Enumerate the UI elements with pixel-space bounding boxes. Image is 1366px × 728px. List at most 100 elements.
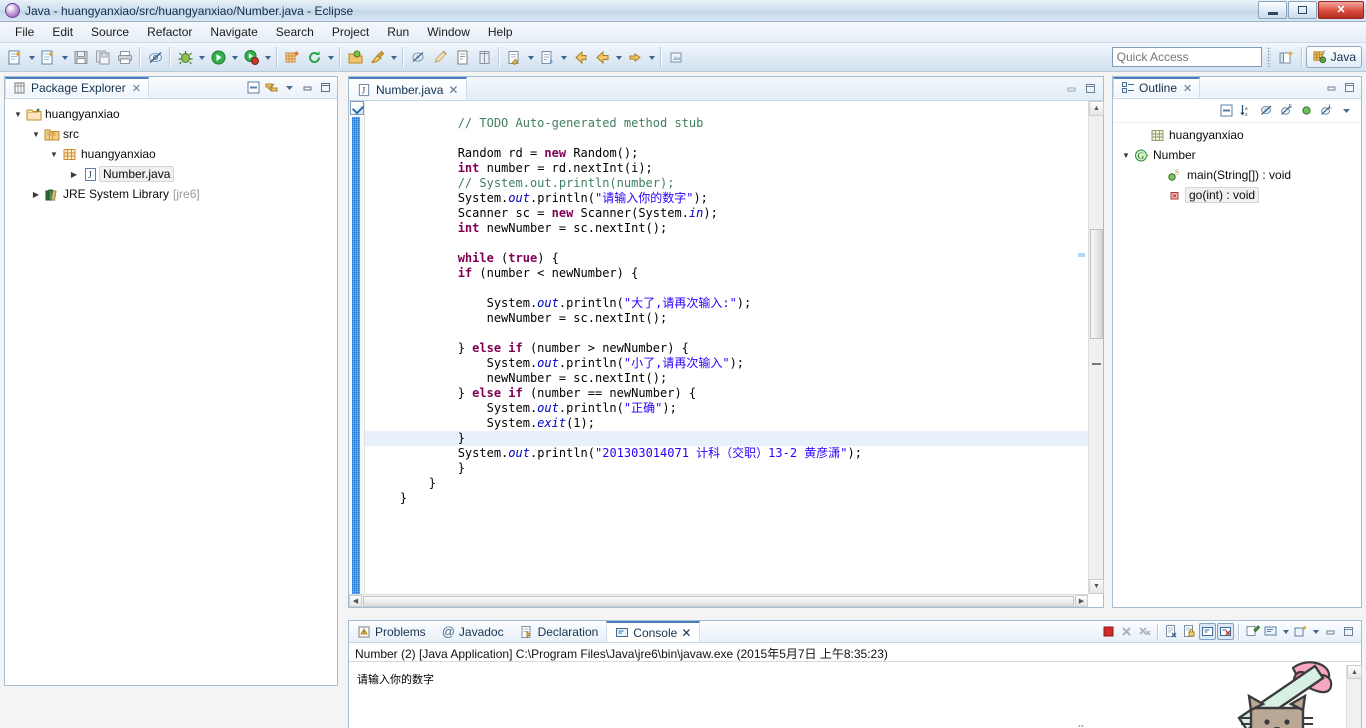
next-annotation-icon[interactable] [536, 46, 558, 68]
tab-javadoc[interactable]: @ Javadoc [434, 621, 512, 642]
close-icon[interactable]: ✕ [681, 626, 691, 640]
scroll-left-button[interactable]: ◀ [349, 595, 362, 607]
perspective-java-button[interactable]: J Java [1305, 46, 1362, 68]
search-icon[interactable] [366, 46, 388, 68]
next-annotation-dropdown-arrow[interactable] [558, 46, 569, 68]
editor-vertical-scrollbar[interactable]: ▲ ▼ [1088, 101, 1104, 594]
tree-item-number-java[interactable]: ▶ J Number.java [5, 164, 337, 184]
expand-arrow-icon[interactable]: ▼ [29, 130, 43, 139]
tab-declaration[interactable]: Declaration [512, 621, 607, 642]
close-button[interactable]: ✕ [1318, 1, 1364, 19]
save-all-icon[interactable] [92, 46, 114, 68]
collapse-all-icon[interactable] [1218, 102, 1235, 119]
hide-nonpublic-icon[interactable] [1298, 102, 1315, 119]
scroll-thumb-horizontal[interactable] [363, 596, 1074, 607]
sort-icon[interactable]: a z [1238, 102, 1255, 119]
menu-run[interactable]: Run [378, 23, 418, 41]
pin-console-icon[interactable] [1244, 623, 1261, 640]
new-java-project-icon[interactable] [4, 46, 26, 68]
close-icon[interactable]: ✕ [448, 83, 458, 97]
collapse-all-icon[interactable] [245, 79, 262, 96]
last-edit-location-icon[interactable] [503, 46, 525, 68]
tab-problems[interactable]: Problems [349, 621, 434, 642]
scroll-up-button[interactable]: ▲ [1347, 665, 1362, 679]
outline-item-class[interactable]: ▼ G Number [1113, 145, 1361, 165]
refresh-dropdown-arrow[interactable] [325, 46, 336, 68]
minimize-icon[interactable] [299, 79, 316, 96]
back-dropdown-arrow[interactable] [613, 46, 624, 68]
maximize-icon[interactable] [1341, 79, 1358, 96]
menu-edit[interactable]: Edit [43, 23, 82, 41]
hide-local-types-icon[interactable]: L [1318, 102, 1335, 119]
overview-ruler-mark[interactable] [1078, 253, 1085, 257]
tree-item-src[interactable]: ▼ src [5, 124, 337, 144]
close-icon[interactable]: ✕ [132, 82, 141, 95]
collapsed-arrow-icon[interactable]: ▶ [29, 190, 43, 199]
last-edit-dropdown-arrow[interactable] [525, 46, 536, 68]
run-icon[interactable] [207, 46, 229, 68]
scroll-right-button[interactable]: ▶ [1075, 595, 1088, 607]
close-icon[interactable]: ✕ [1183, 82, 1192, 95]
run-dropdown-arrow[interactable] [229, 46, 240, 68]
quick-access-input[interactable] [1111, 47, 1262, 67]
hide-static-icon[interactable]: S [1278, 102, 1295, 119]
open-resource-icon[interactable] [665, 46, 687, 68]
minimize-icon[interactable] [1323, 79, 1340, 96]
forward-dropdown-arrow[interactable] [646, 46, 657, 68]
status-resize-handle[interactable] [1078, 724, 1084, 728]
scroll-thumb[interactable] [1090, 229, 1103, 339]
view-menu-icon[interactable] [281, 79, 298, 96]
editor-horizontal-scrollbar[interactable]: ◀ ▶ [349, 594, 1088, 607]
outline-item-main-method[interactable]: S main(String[]) : void [1113, 165, 1361, 185]
expand-arrow-icon[interactable]: ▼ [1119, 151, 1133, 160]
maximize-icon[interactable] [1340, 623, 1357, 640]
console-vertical-scrollbar[interactable]: ▲ ▼ [1346, 665, 1362, 728]
menu-search[interactable]: Search [267, 23, 323, 41]
restore-button[interactable] [1288, 1, 1317, 19]
open-console-icon[interactable] [1292, 623, 1309, 640]
tab-console[interactable]: Console ✕ [606, 621, 701, 642]
expand-arrow-icon[interactable]: ▼ [11, 110, 25, 119]
run-external-tools-icon[interactable] [240, 46, 262, 68]
debug-icon[interactable] [174, 46, 196, 68]
open-type-icon[interactable] [344, 46, 366, 68]
expand-arrow-icon[interactable]: ▼ [47, 150, 61, 159]
display-console-dropdown-arrow[interactable] [1280, 623, 1291, 640]
back-alt-icon[interactable] [591, 46, 613, 68]
show-console-on-output-icon[interactable] [1199, 623, 1216, 640]
remove-all-terminated-icon[interactable] [1136, 623, 1153, 640]
minimize-icon[interactable] [1322, 623, 1339, 640]
activate-task-icon[interactable] [473, 46, 495, 68]
open-console-dropdown-arrow[interactable] [1310, 623, 1321, 640]
link-with-editor-icon[interactable] [263, 79, 280, 96]
toggle-breadcrumb-icon[interactable] [144, 46, 166, 68]
scroll-up-button[interactable]: ▲ [1089, 101, 1104, 116]
show-console-on-error-icon[interactable] [1217, 623, 1234, 640]
print-icon[interactable] [114, 46, 136, 68]
menu-window[interactable]: Window [418, 23, 479, 41]
menu-navigate[interactable]: Navigate [201, 23, 266, 41]
tab-number-java[interactable]: J Number.java ✕ [349, 77, 468, 100]
save-icon[interactable] [70, 46, 92, 68]
maximize-icon[interactable] [1084, 82, 1097, 95]
remove-launch-icon[interactable] [1118, 623, 1135, 640]
menu-project[interactable]: Project [323, 23, 378, 41]
new-wizard-dropdown-arrow[interactable] [59, 46, 70, 68]
editor-marker-ruler[interactable] [349, 101, 365, 607]
tab-outline[interactable]: Outline ✕ [1113, 77, 1201, 98]
task-marker-icon[interactable] [350, 101, 364, 115]
debug-dropdown-arrow[interactable] [196, 46, 207, 68]
scroll-down-button[interactable]: ▼ [1089, 579, 1104, 594]
outline-item-go-method[interactable]: go(int) : void [1113, 185, 1361, 205]
outline-item-package[interactable]: huangyanxiao [1113, 125, 1361, 145]
new-java-package-icon[interactable] [281, 46, 303, 68]
refresh-icon[interactable] [303, 46, 325, 68]
maximize-icon[interactable] [317, 79, 334, 96]
display-selected-console-icon[interactable] [1262, 623, 1279, 640]
search-dropdown-arrow[interactable] [388, 46, 399, 68]
menu-file[interactable]: File [6, 23, 43, 41]
menu-source[interactable]: Source [82, 23, 138, 41]
source-code-area[interactable]: // TODO Auto-generated method stub Rando… [365, 101, 1103, 607]
tab-package-explorer[interactable]: Package Explorer ✕ [5, 77, 149, 98]
tree-item-project[interactable]: ▼ huangyanxiao [5, 104, 337, 124]
